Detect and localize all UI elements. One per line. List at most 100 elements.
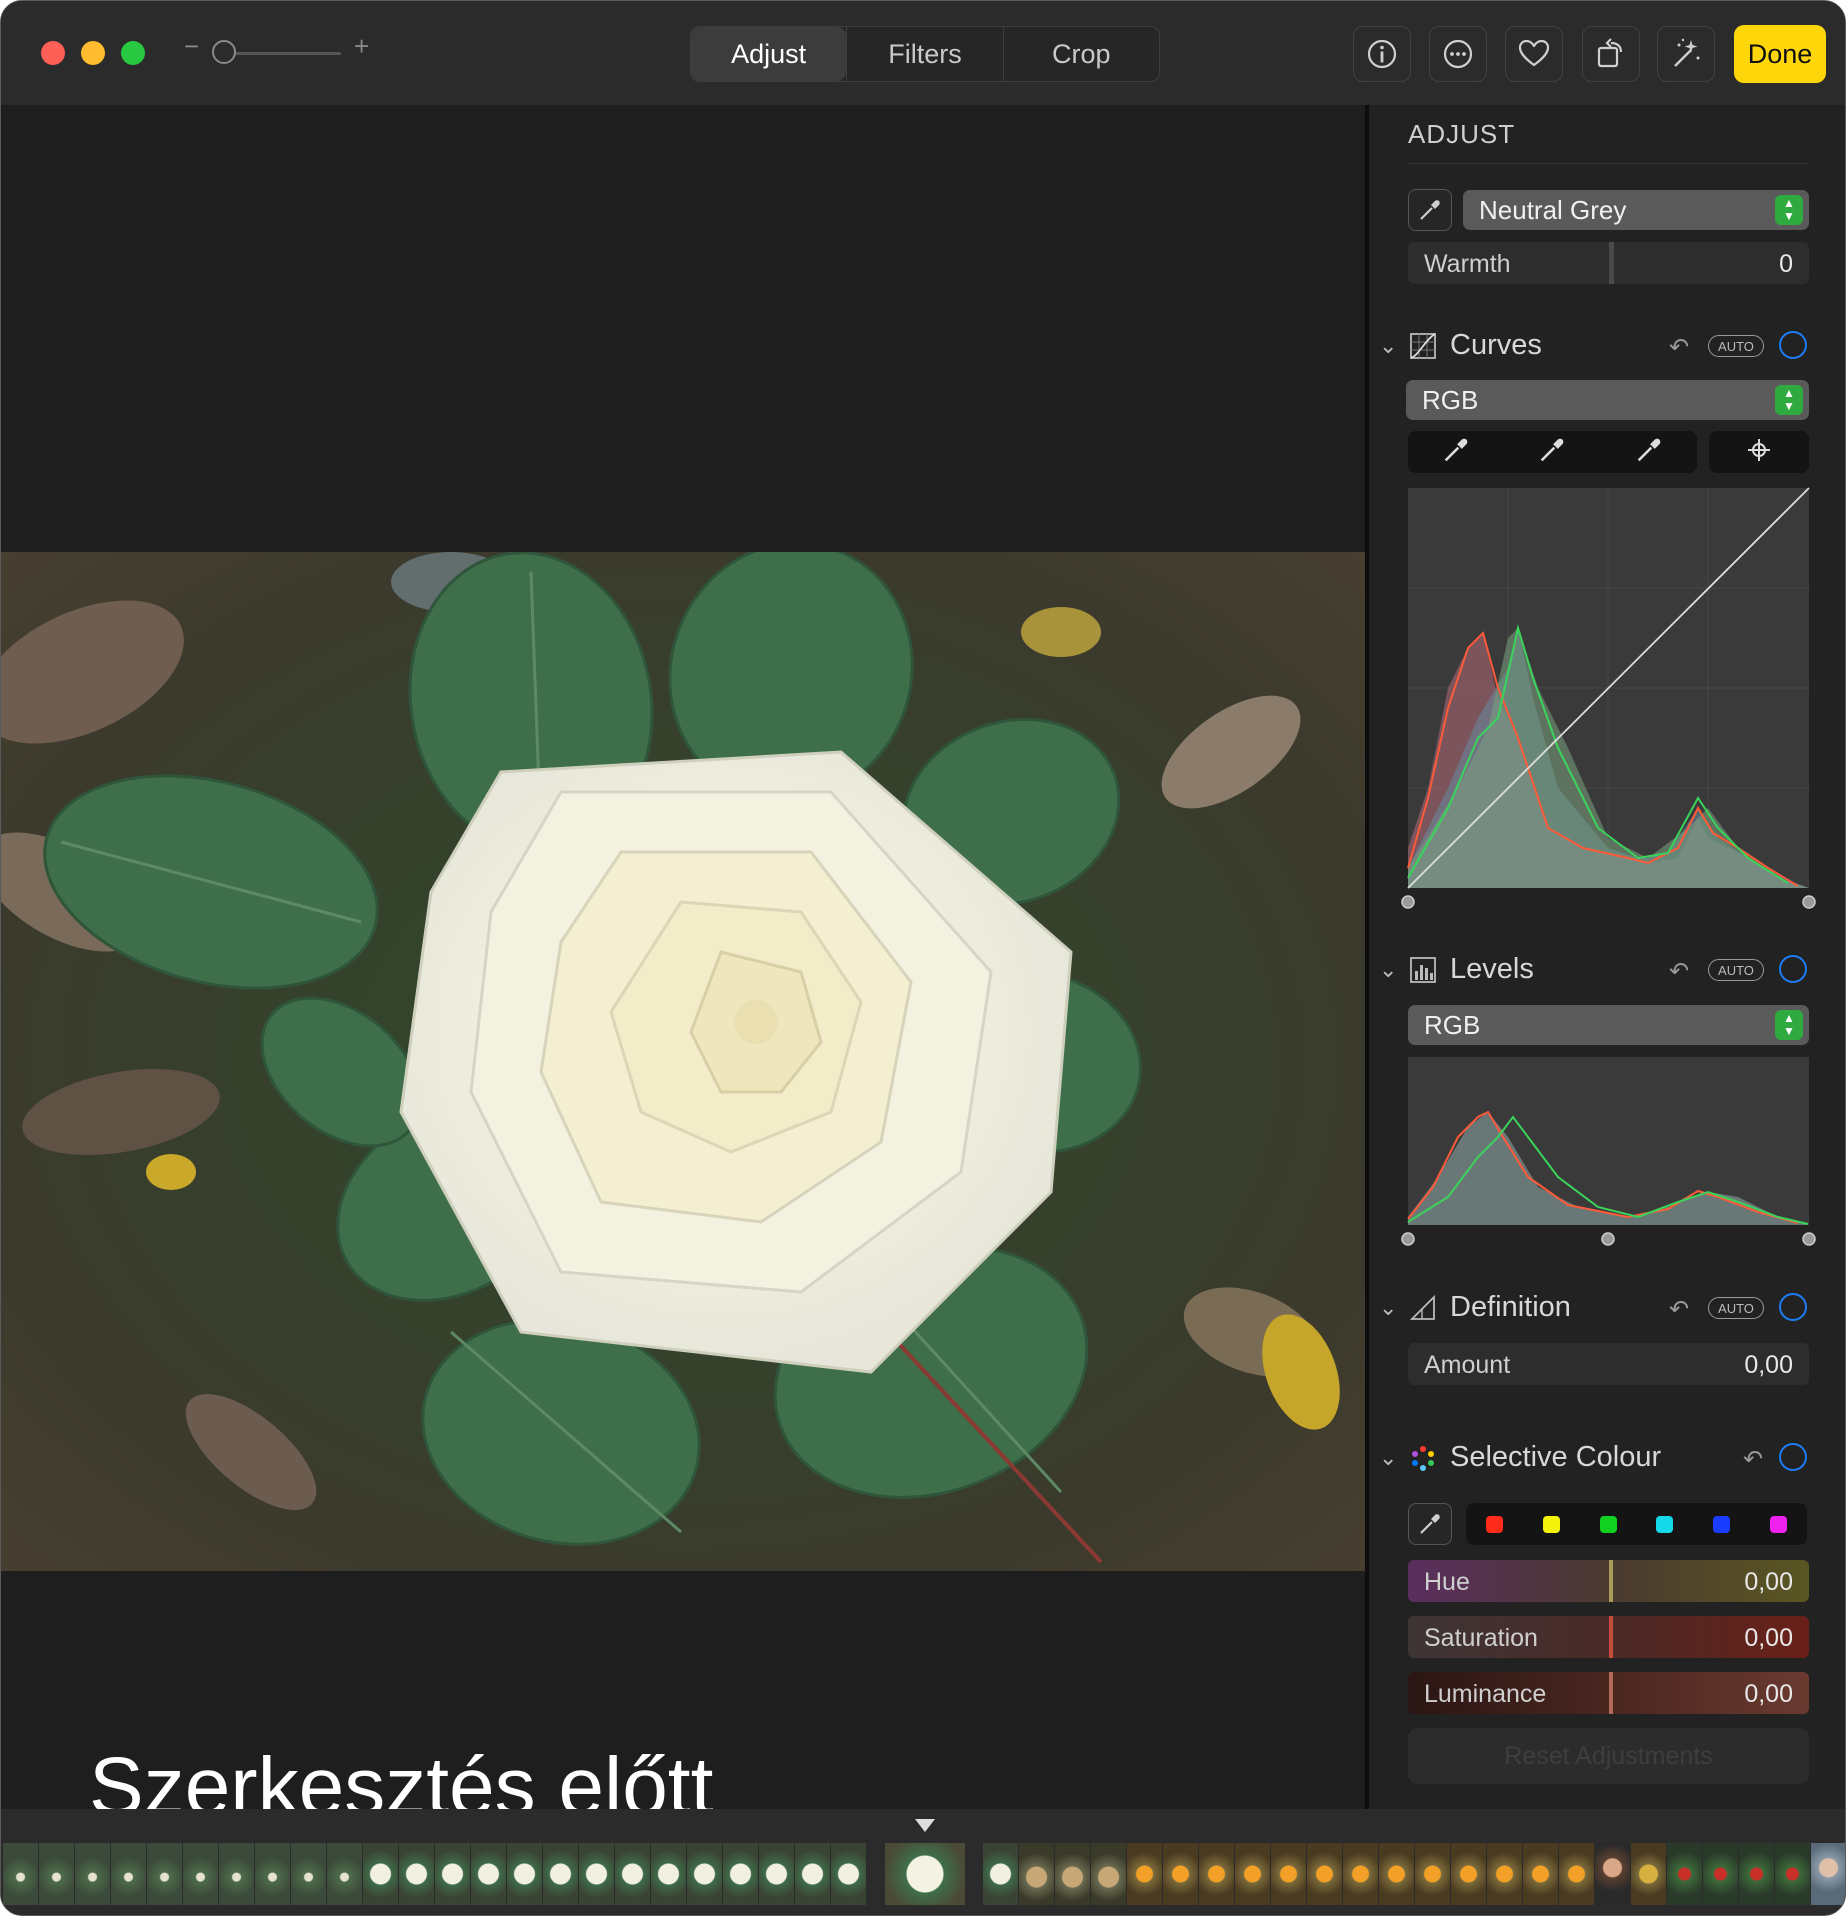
filmstrip-thumbnail[interactable] xyxy=(579,1843,614,1905)
filmstrip-thumbnail[interactable] xyxy=(1055,1843,1090,1905)
hue-slider[interactable]: Hue 0,00 xyxy=(1408,1560,1809,1602)
filmstrip-thumbnail[interactable] xyxy=(1487,1843,1522,1905)
minimize-window-button[interactable] xyxy=(81,41,105,65)
curves-toggle[interactable] xyxy=(1779,331,1807,359)
levels-auto-button[interactable]: AUTO xyxy=(1708,959,1764,981)
chevron-down-icon[interactable]: ⌄ xyxy=(1379,333,1397,359)
filmstrip-thumbnail[interactable] xyxy=(1703,1843,1738,1905)
close-window-button[interactable] xyxy=(41,41,65,65)
magenta-swatch[interactable] xyxy=(1770,1515,1788,1533)
filmstrip-thumbnail[interactable] xyxy=(1271,1843,1306,1905)
definition-auto-button[interactable]: AUTO xyxy=(1708,1297,1764,1319)
filmstrip-thumbnail[interactable] xyxy=(1451,1843,1486,1905)
filmstrip-thumbnail[interactable] xyxy=(1523,1843,1558,1905)
blue-swatch[interactable] xyxy=(1713,1515,1731,1533)
levels-toggle[interactable] xyxy=(1779,955,1807,983)
definition-toggle[interactable] xyxy=(1779,1293,1807,1321)
tab-filters[interactable]: Filters xyxy=(846,27,1002,81)
filmstrip-thumbnail[interactable] xyxy=(1559,1843,1594,1905)
filmstrip-thumbnail[interactable] xyxy=(3,1843,38,1905)
curves-auto-button[interactable]: AUTO xyxy=(1708,335,1764,357)
white-balance-popup[interactable]: Neutral Grey ▲ ▼ xyxy=(1463,190,1809,230)
gray-point-eyedropper-icon[interactable] xyxy=(1537,435,1567,470)
curves-reset-icon[interactable]: ↶ xyxy=(1669,333,1689,362)
filmstrip-thumbnail[interactable] xyxy=(1235,1843,1270,1905)
curves-black-point-handle[interactable] xyxy=(1401,895,1415,909)
selective-colour-eyedropper-button[interactable] xyxy=(1408,1503,1452,1545)
warmth-slider[interactable]: Warmth 0 xyxy=(1408,242,1809,284)
filmstrip-thumbnail[interactable] xyxy=(1631,1843,1666,1905)
tab-adjust[interactable]: Adjust xyxy=(691,27,847,81)
saturation-slider[interactable]: Saturation 0,00 xyxy=(1408,1616,1809,1658)
levels-white-handle[interactable] xyxy=(1802,1232,1816,1246)
selective-colour-toggle[interactable] xyxy=(1779,1443,1807,1471)
filmstrip-thumbnail[interactable] xyxy=(219,1843,254,1905)
yellow-swatch[interactable] xyxy=(1542,1515,1560,1533)
filmstrip-thumbnail[interactable] xyxy=(147,1843,182,1905)
filmstrip-thumbnail[interactable] xyxy=(983,1843,1018,1905)
selected-thumbnail[interactable] xyxy=(885,1843,965,1905)
filmstrip-thumbnail[interactable] xyxy=(1775,1843,1810,1905)
more-button[interactable] xyxy=(1429,26,1487,82)
filmstrip-thumbnail[interactable] xyxy=(435,1843,470,1905)
curves-add-point-tool[interactable] xyxy=(1709,431,1809,473)
filmstrip-thumbnail[interactable] xyxy=(1595,1843,1630,1905)
tab-crop[interactable]: Crop xyxy=(1002,27,1159,81)
green-swatch[interactable] xyxy=(1599,1515,1617,1533)
filmstrip-thumbnail[interactable] xyxy=(1343,1843,1378,1905)
zoom-window-button[interactable] xyxy=(121,41,145,65)
selective-colour-reset-icon[interactable]: ↶ xyxy=(1743,1445,1763,1474)
filmstrip-thumbnail[interactable] xyxy=(831,1843,866,1905)
chevron-down-icon[interactable]: ⌄ xyxy=(1379,957,1397,983)
auto-enhance-button[interactable] xyxy=(1657,26,1715,82)
levels-midtone-handle[interactable] xyxy=(1601,1232,1615,1246)
filmstrip-thumbnail[interactable] xyxy=(111,1843,146,1905)
filmstrip-thumbnail[interactable] xyxy=(651,1843,686,1905)
definition-amount-slider[interactable]: Amount 0,00 xyxy=(1408,1343,1809,1385)
reset-adjustments-button[interactable]: Reset Adjustments xyxy=(1408,1728,1809,1784)
filmstrip-thumbnail[interactable] xyxy=(363,1843,398,1905)
filmstrip-thumbnail[interactable] xyxy=(255,1843,290,1905)
filmstrip-thumbnail[interactable] xyxy=(687,1843,722,1905)
filmstrip-thumbnail[interactable] xyxy=(1811,1843,1845,1905)
black-point-eyedropper-icon[interactable] xyxy=(1441,435,1471,470)
done-button[interactable]: Done xyxy=(1734,25,1826,83)
filmstrip-thumbnail[interactable] xyxy=(615,1843,650,1905)
filmstrip-thumbnail[interactable] xyxy=(795,1843,830,1905)
filmstrip-thumbnail[interactable] xyxy=(759,1843,794,1905)
curves-channel-popup[interactable]: RGB ▲ ▼ xyxy=(1406,380,1809,420)
chevron-down-icon[interactable]: ⌄ xyxy=(1379,1445,1397,1471)
filmstrip-thumbnail[interactable] xyxy=(1667,1843,1702,1905)
filmstrip-thumbnail[interactable] xyxy=(507,1843,542,1905)
curves-histogram-graph[interactable] xyxy=(1401,487,1816,909)
filmstrip-thumbnail[interactable] xyxy=(1307,1843,1342,1905)
filmstrip-thumbnail[interactable] xyxy=(723,1843,758,1905)
filmstrip-thumbnail[interactable] xyxy=(471,1843,506,1905)
filmstrip-thumbnail[interactable] xyxy=(543,1843,578,1905)
filmstrip-thumbnail[interactable] xyxy=(183,1843,218,1905)
filmstrip-thumbnail[interactable] xyxy=(1163,1843,1198,1905)
zoom-out-icon[interactable]: − xyxy=(184,31,199,62)
zoom-slider-knob[interactable] xyxy=(212,40,236,64)
filmstrip-thumbnail[interactable] xyxy=(75,1843,110,1905)
levels-black-handle[interactable] xyxy=(1401,1232,1415,1246)
white-balance-eyedropper-button[interactable] xyxy=(1408,189,1452,231)
zoom-in-icon[interactable]: + xyxy=(354,31,369,62)
luminance-slider[interactable]: Luminance 0,00 xyxy=(1408,1672,1809,1714)
white-point-eyedropper-icon[interactable] xyxy=(1634,435,1664,470)
filmstrip-thumbnail[interactable] xyxy=(1739,1843,1774,1905)
zoom-slider[interactable] xyxy=(221,52,341,55)
curves-white-point-handle[interactable] xyxy=(1802,895,1816,909)
filmstrip-thumbnail[interactable] xyxy=(39,1843,74,1905)
filmstrip-thumbnail[interactable] xyxy=(1379,1843,1414,1905)
red-swatch[interactable] xyxy=(1485,1515,1503,1533)
filmstrip-thumbnail[interactable] xyxy=(399,1843,434,1905)
cyan-swatch[interactable] xyxy=(1656,1515,1674,1533)
levels-reset-icon[interactable]: ↶ xyxy=(1669,957,1689,986)
filmstrip-thumbnail[interactable] xyxy=(1019,1843,1054,1905)
definition-reset-icon[interactable]: ↶ xyxy=(1669,1295,1689,1324)
chevron-down-icon[interactable]: ⌄ xyxy=(1379,1295,1397,1321)
favorite-button[interactable] xyxy=(1505,26,1563,82)
levels-histogram-graph[interactable] xyxy=(1401,1057,1816,1246)
filmstrip-thumbnail[interactable] xyxy=(1199,1843,1234,1905)
